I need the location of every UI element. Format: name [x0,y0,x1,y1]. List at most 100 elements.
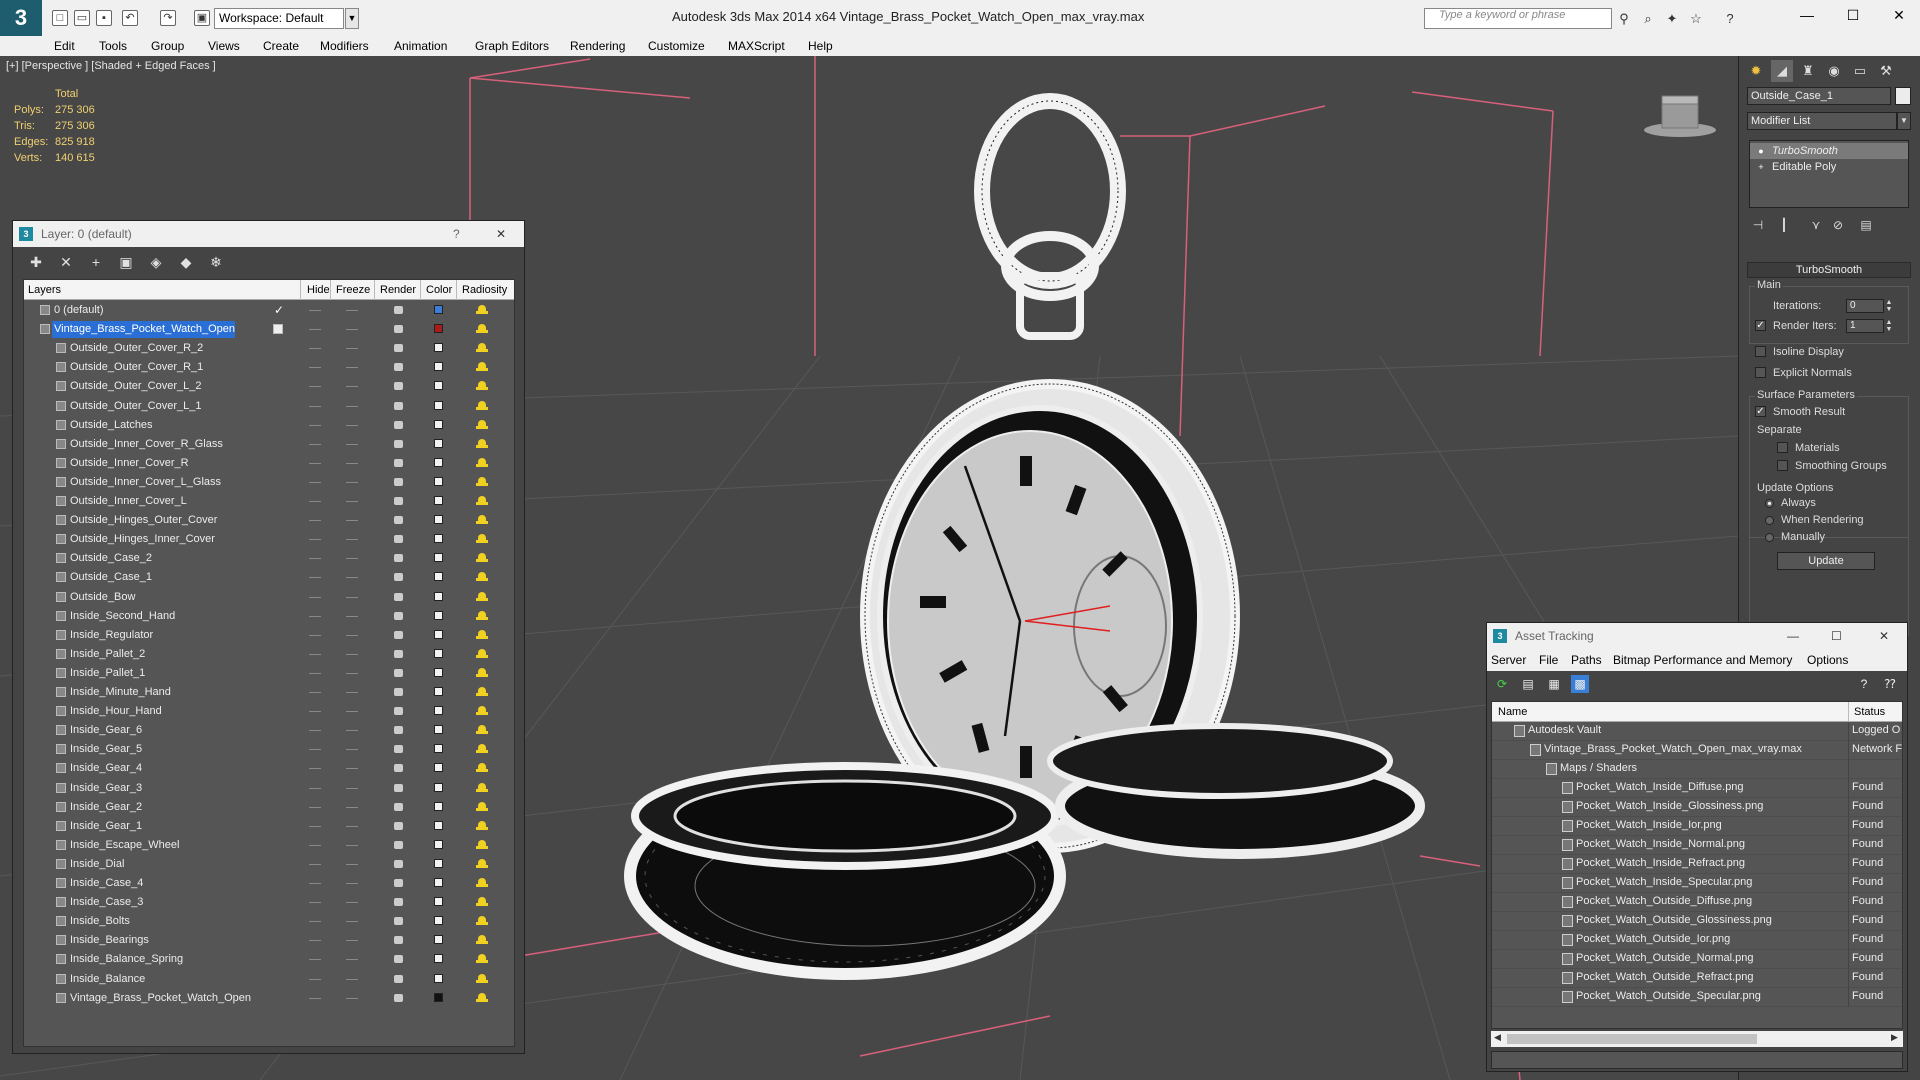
stack-item-turbosmooth[interactable]: ● TurboSmooth [1750,143,1908,159]
hide-toggle[interactable] [309,921,321,923]
object-name-input[interactable]: Outside_Case_1 [1747,87,1891,105]
create-layer-icon[interactable]: ✚ [27,253,45,271]
freeze-toggle[interactable] [346,443,358,445]
freeze-toggle[interactable] [346,520,358,522]
hide-toggle[interactable] [309,653,321,655]
radiosity-icon[interactable] [476,952,488,966]
layer-row[interactable]: Outside_Inner_Cover_L [24,492,514,511]
hide-toggle[interactable] [309,539,321,541]
iterations-spinner[interactable]: 0 [1846,299,1884,313]
asset-tracking-title-bar[interactable]: 3 Asset Tracking — ☐ ✕ [1487,623,1907,649]
viewcube-icon[interactable] [1640,90,1720,140]
asset-row[interactable]: Pocket_Watch_Outside_Glossiness.png Found [1492,912,1902,931]
freeze-toggle[interactable] [346,462,358,464]
when-rendering-radio[interactable] [1765,516,1774,525]
radiosity-icon[interactable] [476,532,488,546]
render-teapot-icon[interactable] [394,306,403,314]
render-teapot-icon[interactable] [394,879,403,887]
hide-toggle[interactable] [309,863,321,865]
render-iters-checkbox[interactable]: ✓ [1755,320,1766,331]
radiosity-icon[interactable] [476,723,488,737]
menu-graph-editors[interactable]: Graph Editors [475,39,549,53]
layer-row[interactable]: Outside_Outer_Cover_R_2 [24,339,514,358]
smooth-result-checkbox[interactable]: ✓ [1755,406,1766,417]
explicit-normals-checkbox[interactable] [1755,367,1766,378]
table-view-icon[interactable]: ▩ [1571,675,1589,693]
render-teapot-icon[interactable] [394,955,403,964]
layer-color-swatch[interactable] [434,629,443,639]
radiosity-icon[interactable] [476,685,488,699]
radiosity-icon[interactable] [476,609,488,623]
freeze-toggle[interactable] [346,825,358,827]
hide-toggle[interactable] [309,940,321,942]
layer-row[interactable]: Outside_Case_1 [24,568,514,587]
render-teapot-icon[interactable] [394,840,403,849]
layer-row[interactable]: 0 (default) ✓ [24,301,514,320]
layer-row[interactable]: Inside_Balance [24,970,514,989]
remove-modifier-icon[interactable]: ⊘ [1829,216,1847,234]
asset-row[interactable]: Pocket_Watch_Outside_Ior.png Found [1492,931,1902,950]
menu-group[interactable]: Group [151,39,184,53]
layer-row[interactable]: Outside_Hinges_Outer_Cover [24,511,514,530]
hide-toggle[interactable] [309,577,321,579]
layer-row[interactable]: Outside_Outer_Cover_L_2 [24,377,514,396]
layer-row[interactable]: Inside_Case_3 [24,893,514,912]
render-teapot-icon[interactable] [394,764,403,773]
freeze-toggle[interactable] [346,329,358,331]
help-context-icon[interactable]: ⁇ [1881,675,1899,693]
freeze-toggle[interactable] [346,997,358,999]
object-color-swatch[interactable] [1895,87,1911,105]
save-file-icon[interactable]: ▪ [96,10,112,26]
viewport-label[interactable]: [+] [Perspective ] [Shaded + Edged Faces… [6,60,216,72]
render-iters-spinner[interactable]: 1 [1846,319,1884,333]
render-teapot-icon[interactable] [394,688,403,696]
spinner-arrows-icon[interactable]: ▲ ▼ [1885,299,1893,313]
layer-color-swatch[interactable] [434,591,443,601]
motion-tab-icon[interactable]: ◉ [1823,60,1845,82]
hide-toggle[interactable] [309,462,321,464]
display-tab-icon[interactable]: ▭ [1849,60,1871,82]
asset-menu-options[interactable]: Options [1807,653,1848,667]
hide-toggle[interactable] [309,730,321,732]
search-online-icon[interactable]: ⌕ [1640,11,1656,27]
layer-color-swatch[interactable] [434,343,443,353]
render-teapot-icon[interactable] [394,401,403,410]
hide-toggle[interactable] [309,558,321,560]
redo-icon[interactable]: ↷ [160,10,176,26]
asset-row[interactable]: Pocket_Watch_Inside_Normal.png Found [1492,836,1902,855]
hide-toggle[interactable] [309,749,321,751]
list-view-icon[interactable]: ▤ [1519,675,1537,693]
hide-toggle[interactable] [309,883,321,884]
manually-radio[interactable] [1765,533,1774,542]
freeze-toggle[interactable] [346,405,358,407]
layer-row[interactable]: Outside_Inner_Cover_L_Glass [24,473,514,492]
freeze-toggle[interactable] [346,844,358,846]
asset-row[interactable]: Pocket_Watch_Inside_Ior.png Found [1492,817,1902,836]
layer-color-swatch[interactable] [434,419,443,429]
radiosity-icon[interactable] [476,341,488,355]
freeze-toggle[interactable] [346,863,358,865]
current-layer-checkbox[interactable] [273,324,283,335]
freeze-toggle[interactable] [346,768,358,770]
favorites-star-icon[interactable]: ☆ [1688,11,1704,27]
render-teapot-icon[interactable] [394,707,403,716]
layer-color-swatch[interactable] [434,744,443,754]
delete-layer-icon[interactable]: ✕ [57,253,75,271]
column-color[interactable]: Color [426,284,452,296]
hide-toggle[interactable] [309,501,321,502]
layer-row[interactable]: Inside_Dial [24,855,514,874]
layer-color-swatch[interactable] [434,706,443,716]
asset-menu-server[interactable]: Server [1491,653,1526,667]
radiosity-icon[interactable] [476,456,488,470]
radiosity-icon[interactable] [476,742,488,756]
create-tab-icon[interactable]: ✹ [1745,60,1767,82]
refresh-icon[interactable]: ⟳ [1493,675,1511,693]
column-radiosity[interactable]: Radiosity [462,284,507,296]
radiosity-icon[interactable] [476,647,488,661]
scroll-left-icon[interactable]: ◀ [1494,1032,1501,1043]
layer-row[interactable]: Inside_Gear_6 [24,721,514,740]
layer-row[interactable]: Outside_Bow [24,588,514,607]
hide-toggle[interactable] [309,405,321,407]
freeze-toggle[interactable] [346,806,358,808]
hide-toggle[interactable] [309,978,321,980]
